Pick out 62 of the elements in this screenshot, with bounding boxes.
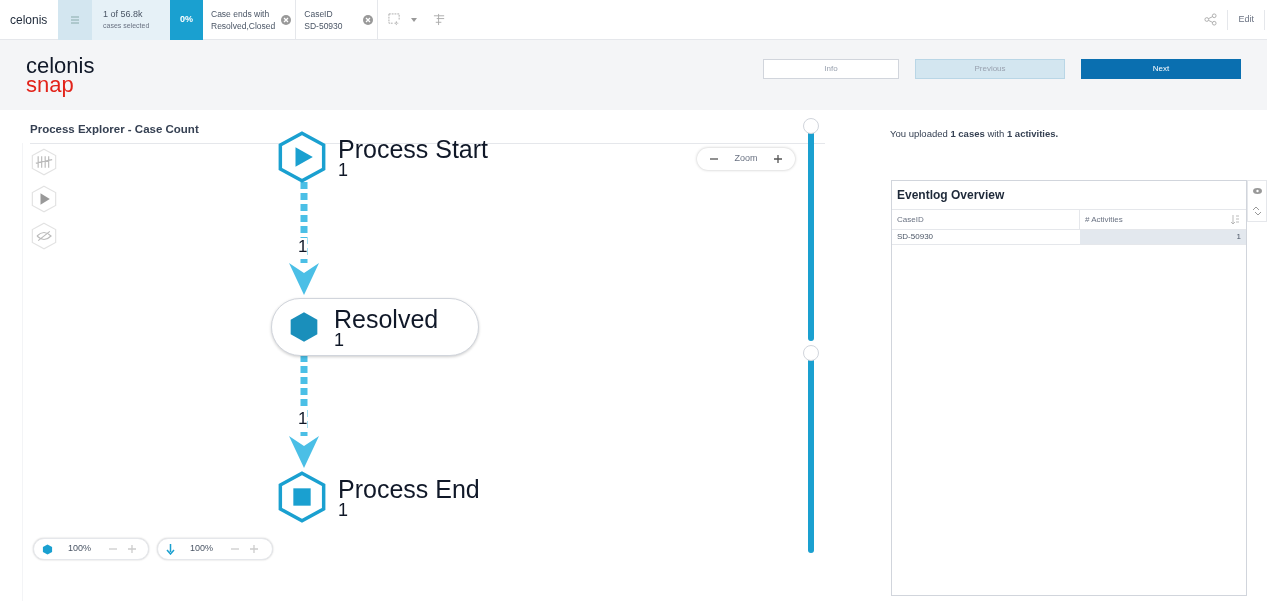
eye-icon [1252,188,1262,194]
plus-icon [127,545,136,553]
filter-text: CaseID [304,7,334,20]
hexagon-icon [42,543,53,555]
play-icon [30,185,58,213]
caret-icon [411,17,418,22]
logo: celonis [9,11,49,29]
filter-text: Resolved,Closed [211,19,276,32]
tool-button[interactable] [30,148,58,176]
selection-icon [388,13,402,26]
close-icon [281,14,292,25]
node-label: Resolved [334,306,439,332]
share-icon [1204,13,1218,26]
node-label: Process End [338,476,480,502]
sort-icon [1231,215,1241,224]
menu-icon [70,14,80,25]
percentage-badge: 0% [170,0,203,40]
scale-value: 100% [68,542,93,556]
zoom-in-button[interactable] [774,154,783,164]
plus-icon [774,155,783,163]
increase-button[interactable] [127,544,136,554]
plus-icon [249,545,258,553]
filter-text: SD-50930 [304,19,343,32]
node-label: Process Start [338,136,489,162]
slider-thumb[interactable] [803,345,819,361]
logo-text: celonis [26,56,96,75]
arrow-down-icon [166,543,175,555]
close-icon [363,14,374,25]
node-count: 1 [334,332,345,348]
tally-icon [30,148,58,176]
slider-thumb[interactable] [803,118,819,134]
play-icon [276,130,328,184]
edit-button[interactable]: Edit [1228,9,1265,30]
case-count: 1 of 56.8k [103,7,144,21]
table-cell-text: SD-50930 [896,231,935,243]
filter-text: Case ends with [211,7,271,20]
menu-button[interactable] [58,0,92,40]
node-count: 1 [338,162,349,178]
node-count: 1 [338,502,349,518]
hexagon-icon [288,310,320,344]
tool-button[interactable] [30,222,58,250]
nav-button[interactable]: Next [1081,59,1241,79]
edge-count: 1 [298,410,308,428]
minus-icon [108,545,117,553]
card-title: Eventlog Overview [892,181,1246,210]
sort-icon [433,13,447,26]
minus-icon [230,545,239,553]
upload-summary: You uploaded 1 cases with 1 activities. [890,127,1059,141]
tool-button[interactable] [30,185,58,213]
increase-button[interactable] [249,544,258,554]
column-header[interactable]: CaseID [892,210,1080,229]
eye-icon [30,222,58,250]
table-cell: 1 [1080,230,1246,244]
nav-button[interactable]: Info [763,59,899,79]
scale-value: 100% [190,542,215,556]
edge-count: 1 [298,238,308,256]
activity-node[interactable]: Resolved 1 [271,298,479,356]
column-header-text: # Activities [1085,213,1123,226]
panel-title: Process Explorer - Case Count [30,122,199,137]
minus-icon [709,155,718,163]
zoom-label: Zoom [734,152,758,166]
stop-icon [276,470,328,524]
